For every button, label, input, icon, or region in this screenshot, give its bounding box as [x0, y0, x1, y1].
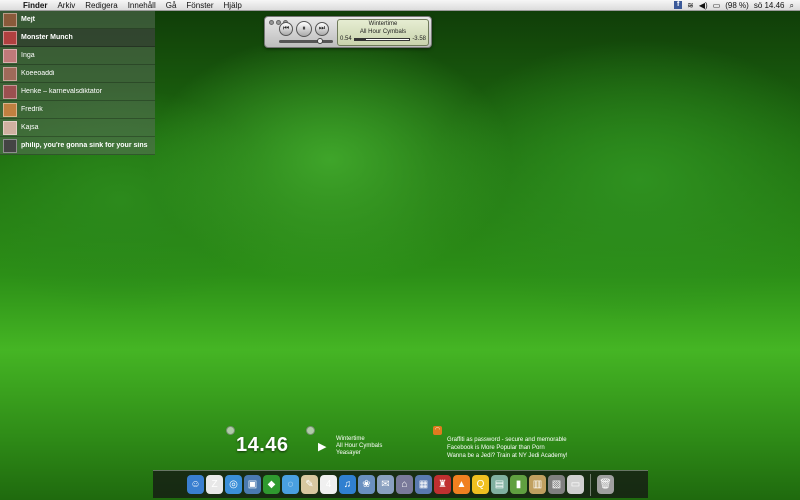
avatar: [3, 66, 17, 81]
menu-arkiv[interactable]: Arkiv: [52, 0, 80, 11]
chat-contact-row[interactable]: Fredrik: [0, 101, 155, 119]
volume-knob[interactable]: [316, 38, 323, 44]
chat-contact-list: Mejt Monster Munch Inga Koeeoaddi Henke – ka…: [0, 11, 155, 155]
rss-icon[interactable]: ◠: [433, 426, 442, 435]
volume-icon[interactable]: ◀): [699, 0, 708, 11]
menu-fonster[interactable]: Fönster: [181, 0, 218, 11]
rss-headlines: Graffiti as password - secure and memora…: [447, 436, 567, 460]
chat-contact-row[interactable]: Kajsa: [0, 119, 155, 137]
menu-clock[interactable]: sö 14.46: [754, 1, 785, 10]
playback-progress: 0.54 -3.58: [338, 36, 428, 42]
chat-contact-row[interactable]: Henke – karnevalsdiktator: [0, 83, 155, 101]
widget-track-title: Wintertime: [336, 436, 365, 442]
calendar-sync-icon[interactable]: Z: [206, 475, 223, 494]
next-track-button[interactable]: ⏭: [315, 22, 329, 36]
rss-headline[interactable]: Facebook is More Popular than Porn: [447, 444, 567, 452]
photos-stack-icon[interactable]: ▧: [548, 475, 565, 494]
archive-icon[interactable]: ▥: [529, 475, 546, 494]
menu-redigera[interactable]: Redigera: [80, 0, 122, 11]
avatar: [3, 120, 17, 135]
avatar: [3, 138, 17, 153]
rss-widget[interactable]: ◠ Graffiti as password - secure and memo…: [433, 426, 613, 462]
battery-percent[interactable]: (98 %): [725, 1, 749, 10]
ichat-icon[interactable]: ◌: [282, 475, 299, 494]
elapsed-time: 0.54: [340, 36, 352, 42]
spotlight-icon[interactable]: ⌕: [790, 0, 794, 11]
menu-hjalp[interactable]: Hjälp: [219, 0, 247, 11]
chat-contact-row[interactable]: Inga: [0, 47, 155, 65]
menu-innehall[interactable]: Innehåll: [123, 0, 161, 11]
iphoto-icon[interactable]: ❀: [358, 475, 375, 494]
track-artist: All Hour Cymbals: [359, 29, 407, 35]
chat-contact-row[interactable]: Mejt: [0, 11, 155, 29]
chat-contact-name: Fredrik: [21, 106, 43, 113]
widget-info-icon[interactable]: [226, 426, 235, 435]
chat-contact-name: Koeeoaddi: [21, 70, 55, 77]
widget-track-album: Yeasayer: [336, 450, 361, 456]
dock: ☺ Z ◎ ▣ ◆ ◌ ✎ 4 ♫ ❀ ✉ ⌂ ▦ ♜ ▲ Q ▤ ▮ ▥ ▧ ▭ 🗑: [153, 470, 648, 498]
frame-icon[interactable]: ▭: [567, 475, 584, 494]
chat-contact-name: Monster Munch: [21, 34, 73, 41]
facebook-icon[interactable]: f: [674, 1, 683, 9]
chat-contact-name: Mejt: [21, 16, 35, 23]
chat-contact-name: Inga: [21, 52, 35, 59]
chat-contact-row[interactable]: Koeeoaddi: [0, 65, 155, 83]
play-pause-button[interactable]: ⏸: [296, 21, 312, 37]
script-editor-icon[interactable]: ✎: [301, 475, 318, 494]
track-title: Wintertime: [368, 21, 398, 27]
previous-track-button[interactable]: ⏮: [279, 22, 293, 36]
preview-icon[interactable]: ▤: [491, 475, 508, 494]
vlc-icon[interactable]: ▲: [453, 475, 470, 494]
safari-icon[interactable]: ◎: [225, 475, 242, 494]
chat-contact-name: Henke – karnevalsdiktator: [21, 88, 102, 95]
mail-stamp-icon[interactable]: ✉: [377, 475, 394, 494]
photo-icon[interactable]: ▣: [244, 475, 261, 494]
avatar: [3, 48, 17, 63]
progress-fill: [354, 38, 366, 40]
progress-bar[interactable]: [353, 37, 411, 41]
close-button[interactable]: [269, 20, 274, 25]
terminal-icon[interactable]: ▮: [510, 475, 527, 494]
adium-icon[interactable]: ◆: [263, 475, 280, 494]
wifi-icon[interactable]: ≋: [687, 0, 694, 11]
chair-icon[interactable]: ♜: [434, 475, 451, 494]
widget-track-artist: All Hour Cymbals: [336, 443, 383, 449]
itunes-icon[interactable]: ♫: [339, 475, 356, 494]
finder-icon[interactable]: ☺: [187, 475, 204, 494]
network-icon[interactable]: ⌂: [396, 475, 413, 494]
now-playing-lines: Wintertime All Hour Cymbals Yeasayer: [336, 436, 382, 457]
search-app-icon[interactable]: Q: [472, 475, 489, 494]
remaining-time: -3.58: [412, 36, 426, 42]
chat-contact-row[interactable]: philip, you're gonna sink for your sins: [0, 137, 155, 155]
play-icon[interactable]: ▶: [318, 440, 326, 453]
avatar: [3, 102, 17, 117]
widget-settings-icon[interactable]: [306, 426, 315, 435]
rss-headline[interactable]: Graffiti as password - secure and memora…: [447, 436, 567, 444]
avatar: [3, 84, 17, 99]
battery-icon[interactable]: ▭: [713, 0, 721, 11]
chat-contact-name: Kajsa: [21, 124, 39, 131]
ical-icon[interactable]: 4: [320, 475, 337, 494]
menu-bar: Finder Arkiv Redigera Innehåll Gå Fönste…: [0, 0, 800, 11]
avatar: [3, 12, 17, 27]
now-playing-display: Wintertime All Hour Cymbals 0.54 -3.58: [337, 19, 429, 46]
itunes-mini-player: ⏮ ⏸ ⏭ Wintertime All Hour Cymbals 0.54 -…: [264, 16, 432, 48]
avatar: [3, 30, 17, 45]
menu-app-name[interactable]: Finder: [18, 0, 52, 11]
chat-contact-row[interactable]: Monster Munch: [0, 29, 155, 47]
menu-ga[interactable]: Gå: [161, 0, 182, 11]
clock-widget[interactable]: 14.46: [226, 426, 321, 462]
spaces-icon[interactable]: ▦: [415, 475, 432, 494]
clock-time: 14.46: [236, 434, 289, 456]
now-playing-widget[interactable]: ▶ Wintertime All Hour Cymbals Yeasayer: [318, 434, 398, 460]
dock-separator: [590, 473, 591, 496]
chat-contact-name: philip, you're gonna sink for your sins: [21, 142, 148, 149]
status-area: f ≋ ◀) ▭ (98 %) sö 14.46 ⌕: [674, 0, 800, 11]
rss-headline[interactable]: Wanna be a Jedi? Train at NY Jedi Academ…: [447, 452, 567, 460]
volume-slider[interactable]: [279, 38, 333, 44]
trash-icon[interactable]: 🗑: [597, 475, 614, 494]
